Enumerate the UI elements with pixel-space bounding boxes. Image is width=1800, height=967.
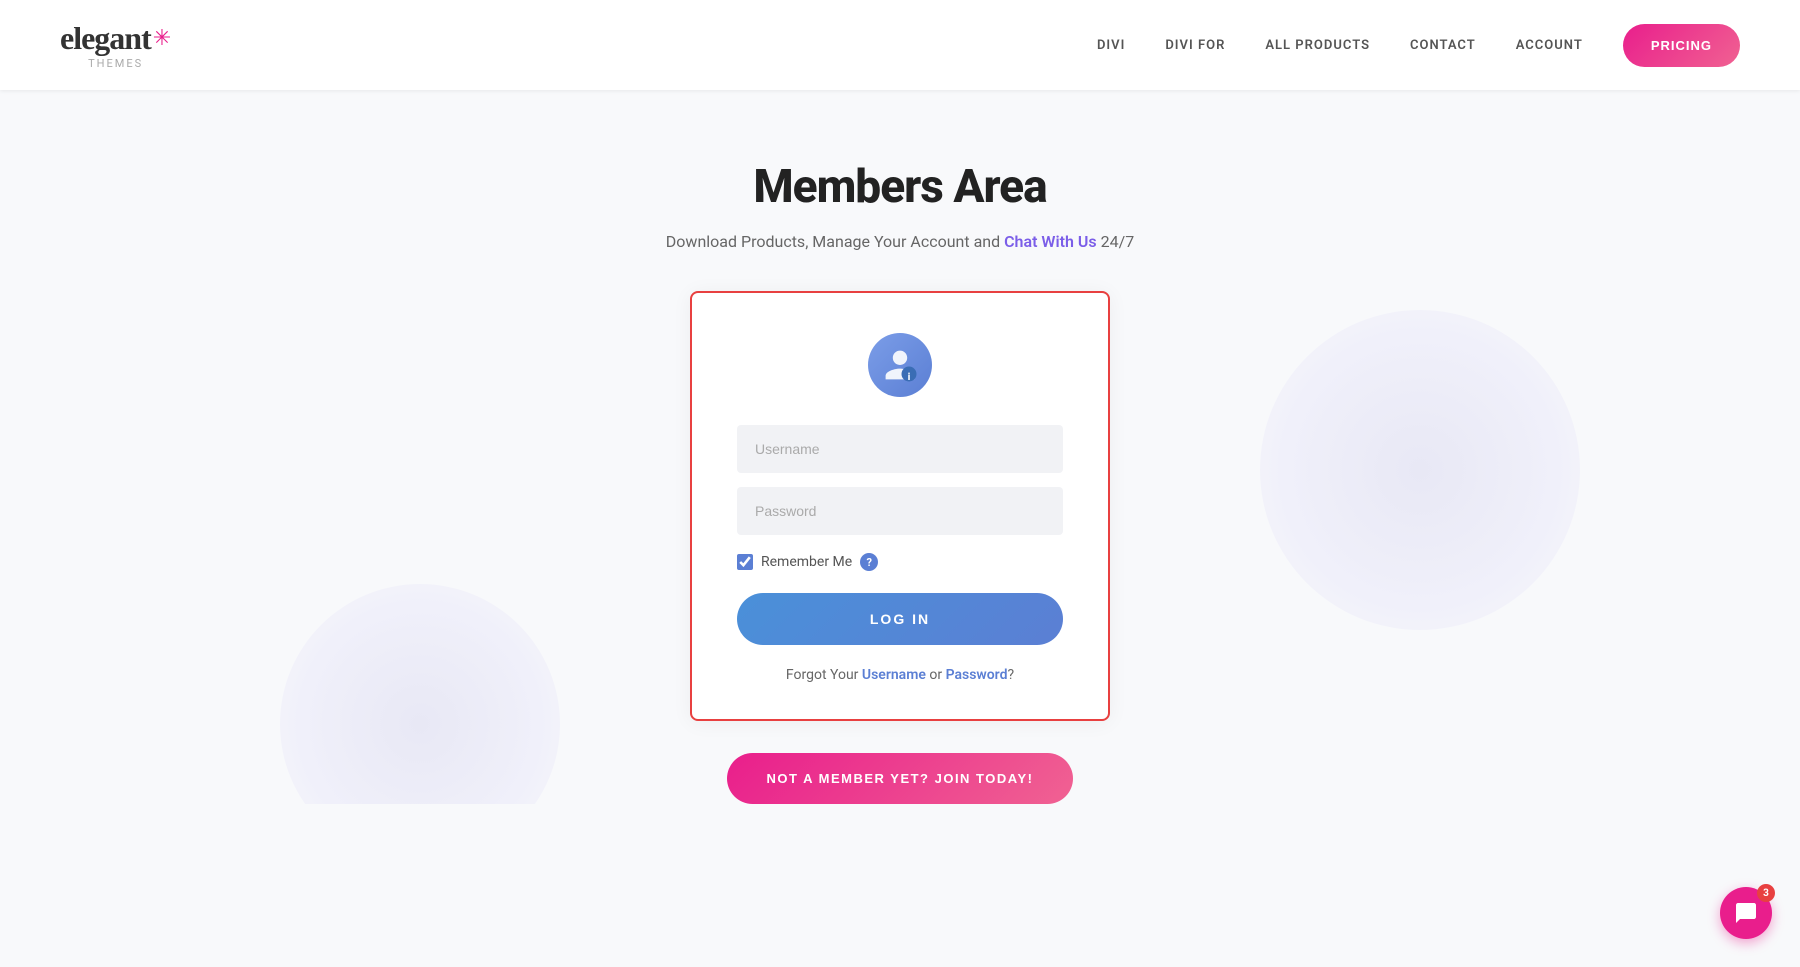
blob-left-decoration: [280, 584, 560, 804]
main-nav: DIVI DIVI FOR ALL PRODUCTS CONTACT ACCOU…: [1097, 24, 1740, 67]
pricing-button[interactable]: PRICING: [1623, 24, 1740, 67]
logo-wordmark: elegant: [60, 20, 151, 56]
forgot-text-post: ?: [1007, 667, 1014, 683]
svg-text:i: i: [908, 370, 911, 383]
forgot-text-mid: or: [926, 667, 946, 683]
nav-divi-for[interactable]: DIVI FOR: [1165, 38, 1225, 53]
remember-me-row: Remember Me ?: [737, 553, 1063, 571]
forgot-text-pre: Forgot Your: [786, 667, 862, 683]
blob-right-decoration: [1260, 310, 1580, 630]
logo-star-icon: ✳: [153, 26, 171, 51]
chat-with-us-link[interactable]: Chat With Us: [1004, 232, 1097, 251]
login-button[interactable]: LOG IN: [737, 593, 1063, 645]
chat-widget[interactable]: 3: [1720, 887, 1772, 939]
user-svg-icon: i: [882, 347, 918, 383]
user-icon-wrap: i: [737, 333, 1063, 397]
remember-me-help-icon[interactable]: ?: [860, 553, 878, 571]
page-subtitle: Download Products, Manage Your Account a…: [666, 232, 1134, 251]
page-title: Members Area: [753, 160, 1046, 214]
chat-icon: [1734, 901, 1758, 925]
user-avatar-icon: i: [868, 333, 932, 397]
subtitle-text-pre: Download Products, Manage Your Account a…: [666, 232, 1004, 251]
password-input[interactable]: [737, 487, 1063, 535]
logo-subtext: themes: [60, 57, 171, 70]
remember-me-label[interactable]: Remember Me: [761, 554, 852, 570]
logo[interactable]: elegant✳ themes: [60, 20, 171, 70]
main-content: Members Area Download Products, Manage Y…: [0, 90, 1800, 804]
join-today-button[interactable]: NOT A MEMBER YET? JOIN TODAY!: [727, 753, 1074, 804]
nav-divi[interactable]: DIVI: [1097, 38, 1125, 53]
forgot-password-link[interactable]: Password: [946, 667, 1008, 683]
forgot-username-link[interactable]: Username: [862, 667, 926, 683]
nav-all-products[interactable]: ALL PRODUCTS: [1265, 38, 1370, 53]
subtitle-text-post: 24/7: [1097, 232, 1135, 251]
username-input[interactable]: [737, 425, 1063, 473]
chat-badge: 3: [1757, 884, 1775, 902]
nav-account[interactable]: ACCOUNT: [1516, 38, 1583, 53]
header: elegant✳ themes DIVI DIVI FOR ALL PRODUC…: [0, 0, 1800, 90]
forgot-credentials-row: Forgot Your Username or Password?: [737, 667, 1063, 683]
remember-me-checkbox[interactable]: [737, 554, 753, 570]
login-card: i Remember Me ? LOG IN Forgot Your Usern…: [690, 291, 1110, 721]
nav-contact[interactable]: CONTACT: [1410, 38, 1476, 53]
